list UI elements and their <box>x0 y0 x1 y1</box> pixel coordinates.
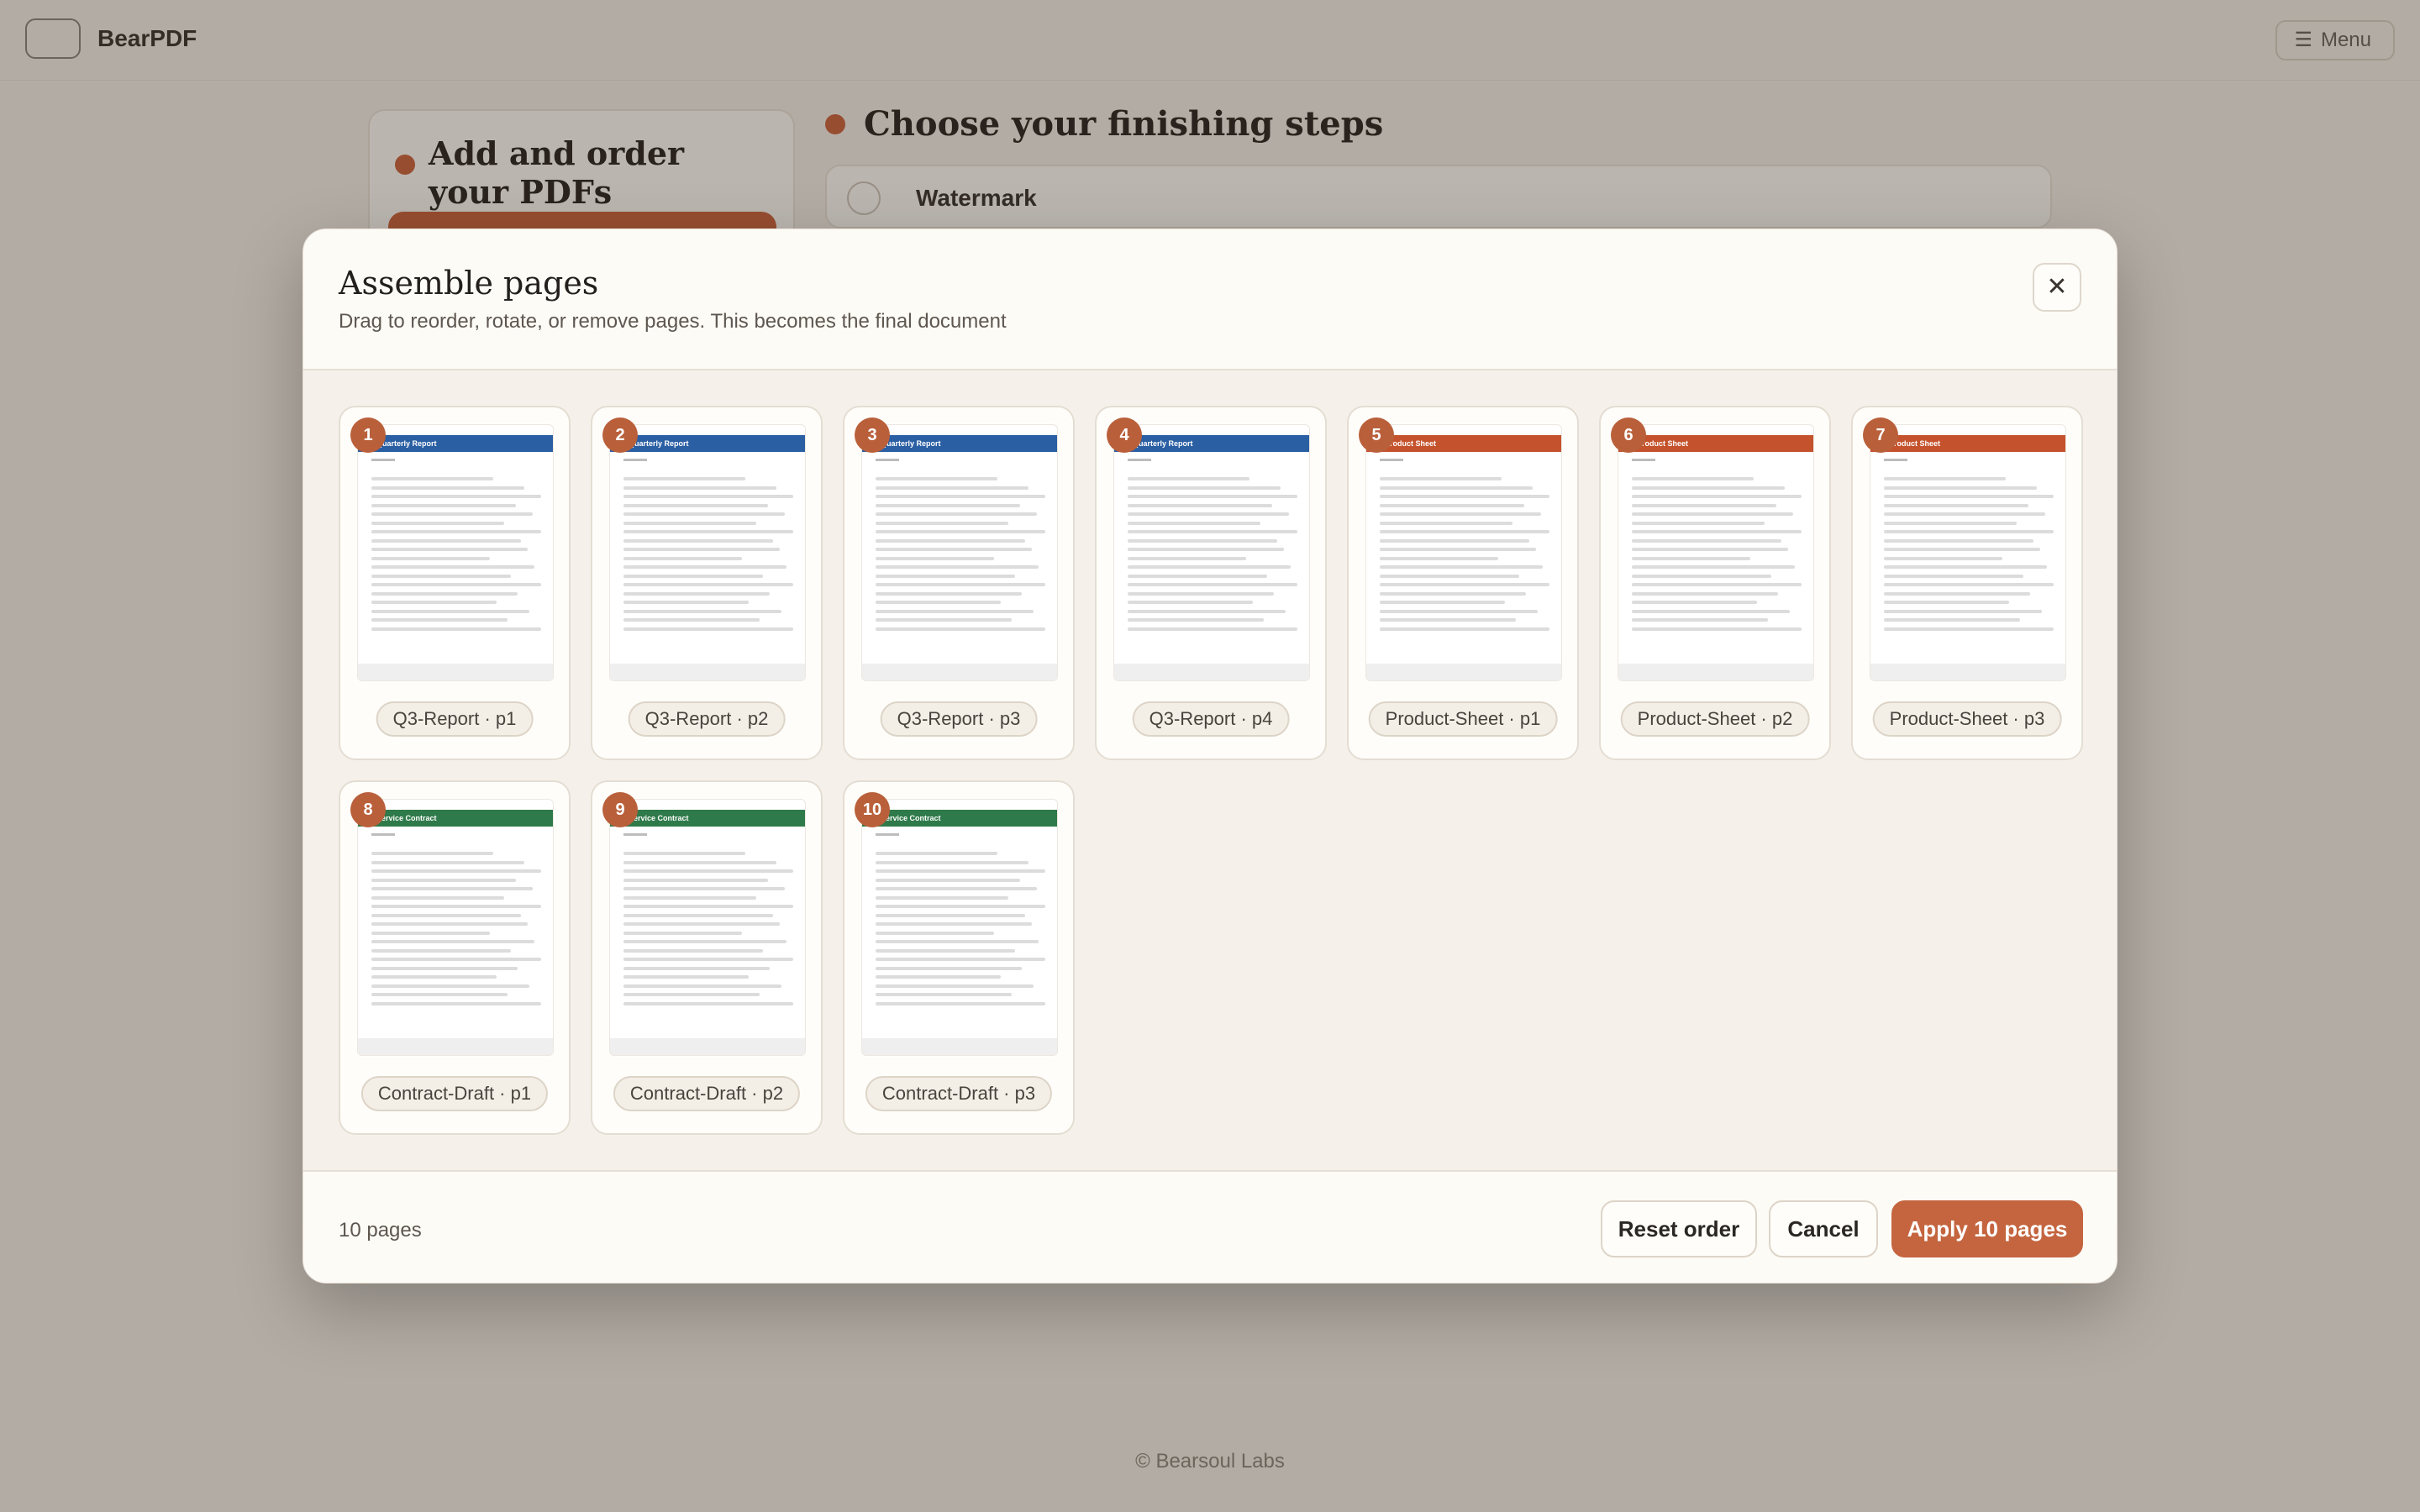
page-thumbnail: Product Sheet <box>1618 424 1814 681</box>
page-card[interactable]: 7 Product Sheet Product-Sheet · p3 <box>1851 406 2083 760</box>
page-label: Product-Sheet · p2 <box>1620 701 1810 737</box>
page-thumbnail: Service Contract <box>609 799 806 1056</box>
page-number-badge: 4 <box>1107 417 1142 453</box>
reset-order-button[interactable]: Reset order <box>1601 1200 1757 1257</box>
page-label: Contract-Draft · p1 <box>360 1076 549 1111</box>
thumbnail-doc-title: Quarterly Report <box>358 435 553 452</box>
thumbnail-doc-title: Quarterly Report <box>1114 435 1309 452</box>
thumbnail-page-meta <box>1128 459 1151 461</box>
thumbnail-page-meta <box>1632 459 1655 461</box>
thumbnail-text-lines <box>371 477 541 636</box>
thumbnail-doc-title: Service Contract <box>610 810 805 827</box>
thumbnail-footer <box>358 1038 553 1055</box>
page-label: Contract-Draft · p2 <box>613 1076 801 1111</box>
close-icon: ✕ <box>2046 273 2068 301</box>
page-number-badge: 9 <box>602 792 638 827</box>
thumbnail-doc-title: Quarterly Report <box>610 435 805 452</box>
page-number-badge: 2 <box>602 417 638 453</box>
thumbnail-text-lines <box>1128 477 1297 636</box>
page-thumbnail: Quarterly Report <box>357 424 554 681</box>
thumbnail-page-meta <box>1884 459 1907 461</box>
page-card[interactable]: 9 Service Contract Contract-Draft · p2 <box>591 780 823 1135</box>
page-number-badge: 10 <box>855 792 890 827</box>
thumbnail-doc-title: Product Sheet <box>1618 435 1813 452</box>
page-number-badge: 6 <box>1611 417 1646 453</box>
thumbnail-doc-title: Service Contract <box>358 810 553 827</box>
page-card[interactable]: 5 Product Sheet Product-Sheet · p1 <box>1347 406 1579 760</box>
thumbnail-text-lines <box>876 477 1045 636</box>
thumbnail-page-meta <box>371 833 395 836</box>
page-label: Q3-Report · p4 <box>1132 701 1290 737</box>
dialog-header: Assemble pages Drag to reorder, rotate, … <box>303 229 2117 370</box>
page-thumbnail: Quarterly Report <box>861 424 1058 681</box>
dialog-subtitle: Drag to reorder, rotate, or remove pages… <box>339 310 1007 333</box>
close-button[interactable]: ✕ <box>2033 263 2081 312</box>
thumbnail-doc-title: Service Contract <box>862 810 1057 827</box>
page-number-badge: 8 <box>350 792 386 827</box>
page-number-badge: 5 <box>1359 417 1394 453</box>
thumbnail-page-meta <box>623 459 647 461</box>
assemble-pages-dialog: Assemble pages Drag to reorder, rotate, … <box>302 228 2118 1284</box>
page-label: Q3-Report · p2 <box>628 701 786 737</box>
page-card[interactable]: 4 Quarterly Report Q3-Report · p4 <box>1095 406 1327 760</box>
thumbnail-page-meta <box>876 833 899 836</box>
thumbnail-footer <box>610 1038 805 1055</box>
page-thumbnail: Product Sheet <box>1365 424 1562 681</box>
thumbnail-doc-title: Product Sheet <box>1870 435 2065 452</box>
page-number-badge: 7 <box>1863 417 1898 453</box>
page-card[interactable]: 3 Quarterly Report Q3-Report · p3 <box>843 406 1075 760</box>
thumbnail-doc-title: Quarterly Report <box>862 435 1057 452</box>
thumbnail-page-meta <box>623 833 647 836</box>
thumbnail-page-meta <box>371 459 395 461</box>
dialog-footer: 10 pages Reset order Cancel Apply 10 pag… <box>303 1170 2117 1283</box>
thumbnail-text-lines <box>876 852 1045 1011</box>
page-card[interactable]: 2 Quarterly Report Q3-Report · p2 <box>591 406 823 760</box>
dialog-title: Assemble pages <box>339 265 599 302</box>
thumbnail-footer <box>358 664 553 680</box>
page-count: 10 pages <box>339 1219 422 1242</box>
page-thumbnail: Service Contract <box>861 799 1058 1056</box>
page-label: Q3-Report · p3 <box>880 701 1038 737</box>
thumbnail-footer <box>1870 664 2065 680</box>
thumbnail-footer <box>1366 664 1561 680</box>
thumbnail-text-lines <box>1632 477 1802 636</box>
thumbnail-page-meta <box>1380 459 1403 461</box>
page-thumbnail: Service Contract <box>357 799 554 1056</box>
page-label: Product-Sheet · p1 <box>1368 701 1558 737</box>
thumbnail-text-lines <box>1380 477 1549 636</box>
thumbnail-text-lines <box>371 852 541 1011</box>
page-thumbnail: Quarterly Report <box>1113 424 1310 681</box>
thumbnail-text-lines <box>1884 477 2054 636</box>
page-label: Contract-Draft · p3 <box>865 1076 1053 1111</box>
page-label: Q3-Report · p1 <box>376 701 534 737</box>
page-label: Product-Sheet · p3 <box>1872 701 2062 737</box>
page-card[interactable]: 6 Product Sheet Product-Sheet · p2 <box>1599 406 1831 760</box>
thumbnail-text-lines <box>623 852 793 1011</box>
page-card[interactable]: 10 Service Contract Contract-Draft · p3 <box>843 780 1075 1135</box>
page-thumbnail: Product Sheet <box>1870 424 2066 681</box>
thumbnail-footer <box>1618 664 1813 680</box>
apply-button[interactable]: Apply 10 pages <box>1891 1200 2083 1257</box>
page-card[interactable]: 1 Quarterly Report Q3-Report · p1 <box>339 406 571 760</box>
page-card[interactable]: 8 Service Contract Contract-Draft · p1 <box>339 780 571 1135</box>
page-number-badge: 1 <box>350 417 386 453</box>
page-number-badge: 3 <box>855 417 890 453</box>
thumbnail-footer <box>862 664 1057 680</box>
thumbnail-page-meta <box>876 459 899 461</box>
page-thumbnail: Quarterly Report <box>609 424 806 681</box>
thumbnail-doc-title: Product Sheet <box>1366 435 1561 452</box>
thumbnail-text-lines <box>623 477 793 636</box>
cancel-button[interactable]: Cancel <box>1769 1200 1878 1257</box>
thumbnail-footer <box>610 664 805 680</box>
thumbnail-footer <box>862 1038 1057 1055</box>
thumbnail-footer <box>1114 664 1309 680</box>
